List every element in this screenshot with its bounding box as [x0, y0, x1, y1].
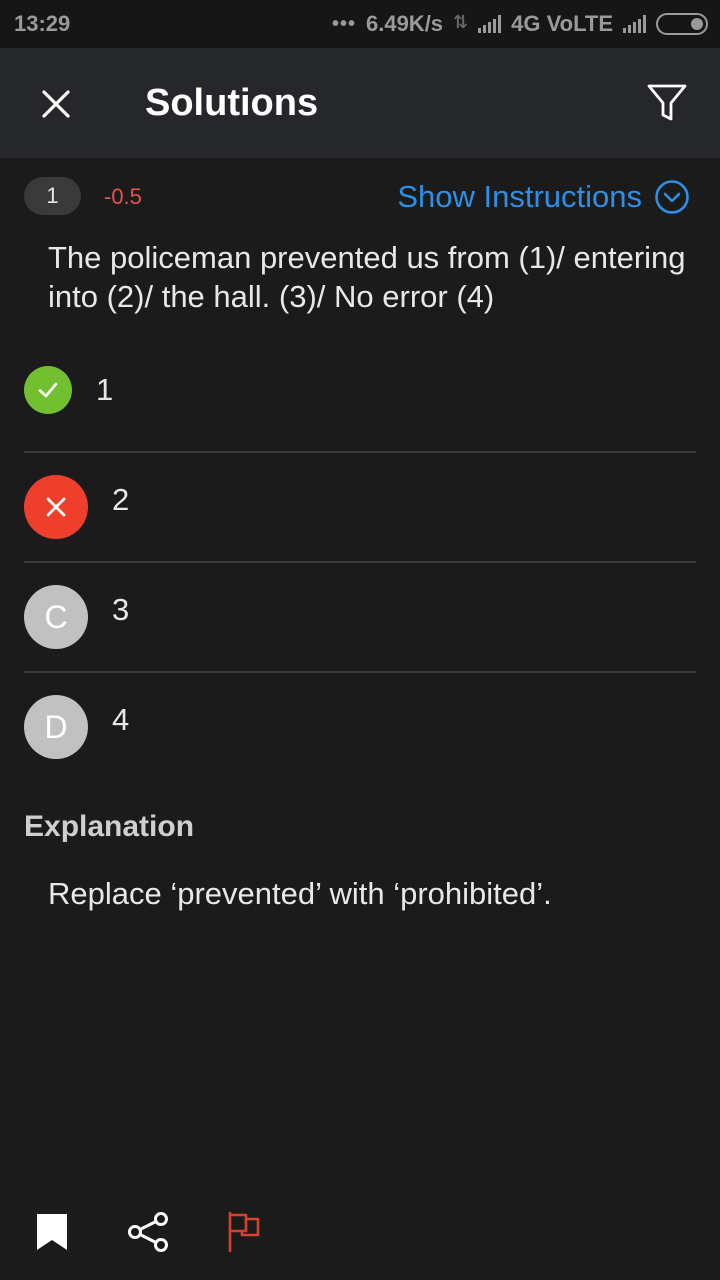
signal-icon [478, 15, 502, 33]
filter-button[interactable] [642, 78, 692, 128]
flag-icon [228, 1211, 260, 1253]
question-text: The policeman prevented us from (1)/ ent… [48, 240, 686, 314]
option-label: 2 [112, 482, 130, 517]
battery-icon [656, 13, 708, 35]
report-button[interactable] [218, 1206, 270, 1258]
app-bar: Solutions [0, 48, 720, 158]
share-icon [128, 1212, 168, 1252]
close-button[interactable] [30, 78, 82, 130]
option-marker-wrong [24, 475, 88, 539]
chevron-down-circle-icon [655, 180, 689, 214]
option-label: 4 [112, 702, 130, 737]
bookmark-button[interactable] [26, 1206, 78, 1258]
show-instructions-label: Show Instructions [397, 179, 642, 214]
share-button[interactable] [122, 1206, 174, 1258]
status-indicators: ••• 6.49K/s ⇅ 4G VoLTE [332, 11, 708, 37]
close-icon [42, 90, 70, 118]
check-icon [38, 382, 58, 398]
question-score: -0.5 [104, 184, 142, 209]
option-label: 3 [112, 592, 130, 627]
explanation-title: Explanation [24, 810, 195, 843]
network-type: 4G VoLTE [511, 11, 613, 36]
option-4[interactable]: D 4 [24, 672, 696, 782]
explanation-text: Replace ‘prevented’ with ‘prohibited’. [48, 876, 552, 911]
option-1[interactable]: 1 [24, 342, 696, 452]
bottom-toolbar [0, 1190, 720, 1280]
cross-icon [46, 497, 66, 517]
signal-icon-2 [623, 15, 646, 33]
option-2[interactable]: 2 [24, 452, 696, 562]
status-bar: 13:29 ••• 6.49K/s ⇅ 4G VoLTE [0, 0, 720, 48]
question-number-badge: 1 [24, 177, 81, 215]
notification-dots: ••• [331, 12, 356, 35]
option-label: 1 [96, 372, 114, 407]
bookmark-icon [37, 1214, 67, 1250]
page-title: Solutions [145, 82, 319, 124]
option-marker-c: C [24, 585, 88, 649]
network-speed: 6.49K/s [365, 11, 444, 36]
option-3[interactable]: C 3 [24, 562, 696, 672]
option-marker-d: D [24, 695, 88, 759]
status-time: 13:29 [14, 11, 71, 36]
option-marker-correct [24, 366, 72, 414]
data-arrows-icon: ⇅ [453, 12, 469, 32]
filter-icon [647, 84, 687, 121]
show-instructions-button[interactable]: Show Instructions [397, 176, 690, 218]
